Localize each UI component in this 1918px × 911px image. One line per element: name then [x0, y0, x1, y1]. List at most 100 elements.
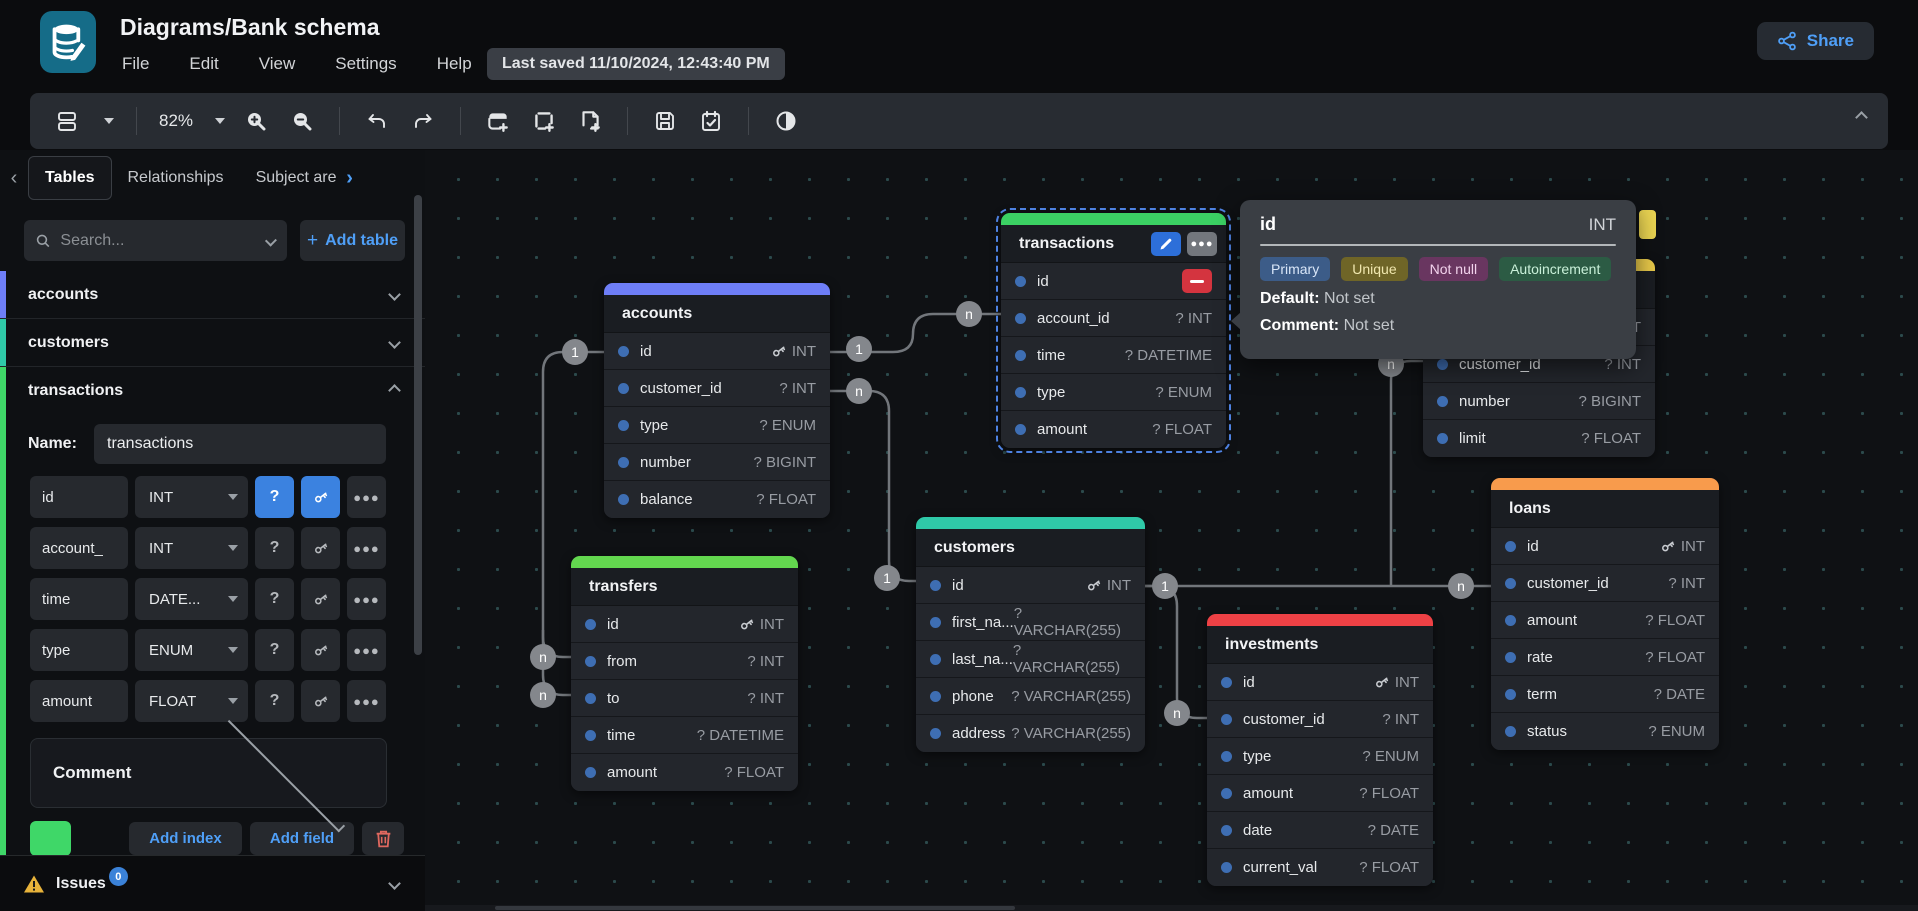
- diagram-canvas[interactable]: 1nn1nn11nnn accountsid INTcustomer_id? I…: [425, 150, 1918, 911]
- table-field-row[interactable]: id INT: [1491, 528, 1719, 565]
- nullable-toggle[interactable]: ?: [255, 578, 294, 620]
- menu-view[interactable]: View: [259, 54, 296, 74]
- table-field-row[interactable]: customer_id? INT: [1491, 565, 1719, 602]
- tab-subject-areas[interactable]: Subject areas: [240, 157, 336, 199]
- field-type-select[interactable]: INT: [135, 476, 248, 518]
- table-field-row[interactable]: id INT: [571, 606, 798, 643]
- field-more-button[interactable]: ●●●: [347, 629, 386, 671]
- relationship-edge[interactable]: [830, 391, 916, 581]
- table-field-row[interactable]: time? DATETIME: [1001, 337, 1226, 374]
- zoom-out-icon[interactable]: [287, 106, 317, 136]
- layout-icon[interactable]: [52, 106, 82, 136]
- tab-relationships[interactable]: Relationships: [112, 157, 240, 199]
- zoom-in-icon[interactable]: [241, 106, 271, 136]
- table-field-row[interactable]: amount? FLOAT: [1001, 411, 1226, 448]
- primary-key-toggle[interactable]: [301, 629, 340, 671]
- menu-file[interactable]: File: [122, 54, 149, 74]
- table-field-row[interactable]: status? ENUM: [1491, 713, 1719, 750]
- table-field-row[interactable]: type? ENUM: [1207, 738, 1433, 775]
- table-field-row[interactable]: id INT: [604, 333, 830, 370]
- field-name-input[interactable]: id: [30, 476, 128, 518]
- table-field-row[interactable]: account_id? INT: [1001, 300, 1226, 337]
- field-more-button[interactable]: ●●●: [347, 680, 386, 722]
- sidebar-scrollbar[interactable]: [414, 195, 422, 655]
- save-icon[interactable]: [650, 106, 680, 136]
- table-field-row[interactable]: first_na...? VARCHAR(255): [916, 604, 1145, 641]
- chevron-down-icon[interactable]: [388, 288, 401, 301]
- table-field-row[interactable]: rate? FLOAT: [1491, 639, 1719, 676]
- canvas-table-transfers[interactable]: transfersid INTfrom? INTto? INTtime? DAT…: [571, 556, 798, 791]
- tab-tables[interactable]: Tables: [28, 156, 112, 200]
- primary-key-toggle[interactable]: [301, 476, 340, 518]
- share-button[interactable]: Share: [1757, 22, 1874, 60]
- table-field-row[interactable]: number? BIGINT: [604, 444, 830, 481]
- nullable-toggle[interactable]: ?: [255, 476, 294, 518]
- comment-panel[interactable]: Comment: [30, 738, 387, 808]
- table-field-row[interactable]: address? VARCHAR(255): [916, 715, 1145, 752]
- zoom-level[interactable]: 82%: [159, 111, 193, 131]
- table-more-button[interactable]: ●●●: [1187, 232, 1217, 256]
- field-more-button[interactable]: ●●●: [347, 578, 386, 620]
- table-field-row[interactable]: term? DATE: [1491, 676, 1719, 713]
- field-name-input[interactable]: amount: [30, 680, 128, 722]
- menu-settings[interactable]: Settings: [335, 54, 396, 74]
- table-field-row[interactable]: current_val? FLOAT: [1207, 849, 1433, 886]
- field-name-input[interactable]: type: [30, 629, 128, 671]
- table-field-row[interactable]: amount? FLOAT: [571, 754, 798, 791]
- table-field-row[interactable]: amount? FLOAT: [1491, 602, 1719, 639]
- add-table-icon[interactable]: [483, 106, 513, 136]
- canvas-table-customers[interactable]: customersid INTfirst_na...? VARCHAR(255)…: [916, 517, 1145, 752]
- table-field-row[interactable]: time? DATETIME: [571, 717, 798, 754]
- tabs-scroll-left-icon[interactable]: ‹: [0, 167, 28, 190]
- add-table-button[interactable]: + Add table: [300, 220, 405, 261]
- add-note-icon[interactable]: [575, 106, 605, 136]
- nullable-toggle[interactable]: ?: [255, 629, 294, 671]
- table-field-row[interactable]: amount? FLOAT: [1207, 775, 1433, 812]
- field-type-select[interactable]: FLOAT: [135, 680, 248, 722]
- field-type-select[interactable]: ENUM: [135, 629, 248, 671]
- table-field-row[interactable]: from? INT: [571, 643, 798, 680]
- collapse-header-icon[interactable]: [1857, 109, 1866, 127]
- primary-key-toggle[interactable]: [301, 578, 340, 620]
- table-field-row[interactable]: number? BIGINT: [1423, 383, 1655, 420]
- table-field-row[interactable]: id: [1001, 263, 1226, 300]
- table-field-row[interactable]: last_na...? VARCHAR(255): [916, 641, 1145, 678]
- canvas-table-transactions[interactable]: transactions●●●idaccount_id? INTtime? DA…: [1001, 213, 1226, 448]
- canvas-table-investments[interactable]: investmentsid INTcustomer_id? INTtype? E…: [1207, 614, 1433, 886]
- field-more-button[interactable]: ●●●: [347, 476, 386, 518]
- issues-bar[interactable]: Issues 0: [0, 855, 425, 911]
- chevron-down-icon[interactable]: [388, 877, 401, 890]
- app-logo[interactable]: [40, 11, 96, 73]
- table-field-row[interactable]: customer_id? INT: [1207, 701, 1433, 738]
- table-field-row[interactable]: id INT: [1207, 664, 1433, 701]
- table-search[interactable]: [24, 220, 287, 261]
- add-index-button[interactable]: Add index: [129, 822, 242, 855]
- accordion-accounts[interactable]: accounts: [0, 271, 425, 319]
- add-area-icon[interactable]: [529, 106, 559, 136]
- relationship-edge[interactable]: [1145, 586, 1207, 718]
- tabs-scroll-right-icon[interactable]: ›: [336, 167, 364, 190]
- sticky-note[interactable]: [1639, 210, 1656, 239]
- table-field-row[interactable]: type? ENUM: [604, 407, 830, 444]
- chevron-up-icon[interactable]: [388, 384, 401, 397]
- field-name-input[interactable]: account_: [30, 527, 128, 569]
- todo-icon[interactable]: [696, 106, 726, 136]
- nullable-toggle[interactable]: ?: [255, 680, 294, 722]
- canvas-horizontal-scrollbar[interactable]: [425, 905, 1918, 911]
- field-more-button[interactable]: ●●●: [347, 527, 386, 569]
- field-type-select[interactable]: INT: [135, 527, 248, 569]
- redo-icon[interactable]: [408, 106, 438, 136]
- table-field-row[interactable]: limit? FLOAT: [1423, 420, 1655, 457]
- table-field-row[interactable]: date? DATE: [1207, 812, 1433, 849]
- table-color-swatch[interactable]: [30, 821, 71, 856]
- accordion-customers[interactable]: customers: [0, 319, 425, 367]
- delete-field-button[interactable]: [1182, 269, 1212, 293]
- layout-caret-icon[interactable]: [104, 118, 114, 124]
- menu-help[interactable]: Help: [437, 54, 472, 74]
- menu-edit[interactable]: Edit: [189, 54, 218, 74]
- chevron-down-icon[interactable]: [388, 336, 401, 349]
- table-field-row[interactable]: phone? VARCHAR(255): [916, 678, 1145, 715]
- canvas-table-loans[interactable]: loansid INTcustomer_id? INTamount? FLOAT…: [1491, 478, 1719, 750]
- relationship-edge[interactable]: [1391, 361, 1423, 586]
- table-field-row[interactable]: type? ENUM: [1001, 374, 1226, 411]
